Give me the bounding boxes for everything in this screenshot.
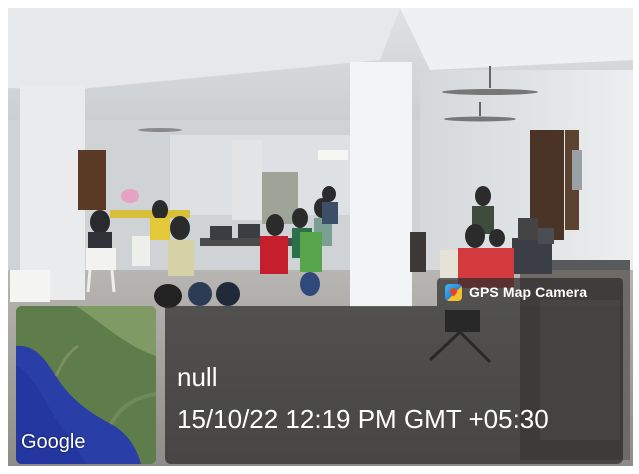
gps-map-camera-badge: GPS Map Camera [437, 278, 623, 306]
place-name: null [177, 362, 218, 392]
gps-map-camera-icon [445, 283, 462, 301]
map-thumbnail: Google [16, 306, 156, 464]
timestamp: 15/10/22 12:19 PM GMT +05:30 [177, 404, 549, 434]
google-attribution: Google [21, 431, 86, 453]
location-info-panel: null 15/10/22 12:19 PM GMT +05:30 [165, 306, 623, 464]
app-label: GPS Map Camera [469, 284, 588, 300]
